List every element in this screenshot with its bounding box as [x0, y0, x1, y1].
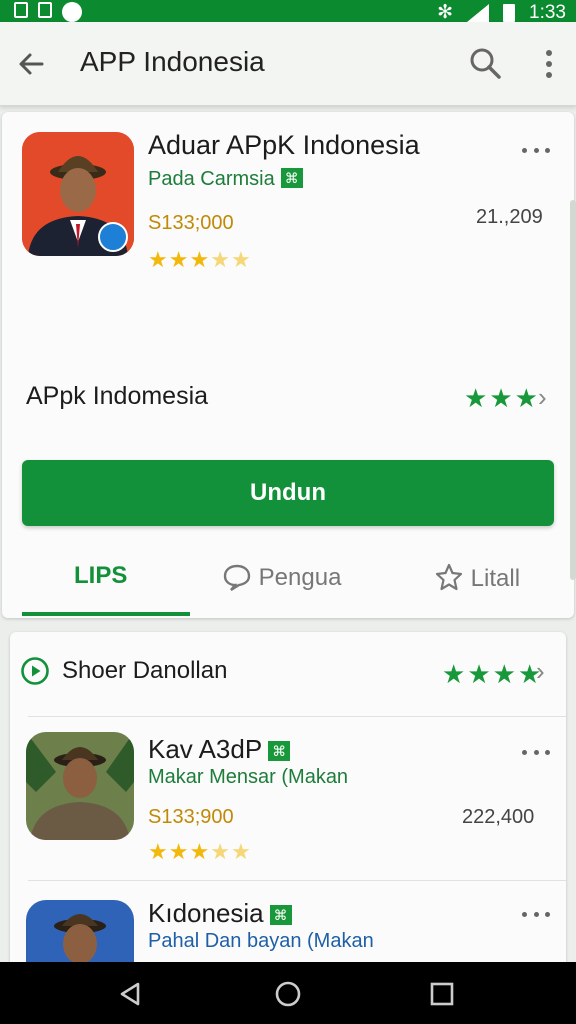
featured-app-developer[interactable]: Pada Carmsia ⌘ — [148, 168, 303, 191]
overflow-menu-icon[interactable] — [538, 48, 560, 80]
verified-badge-icon — [98, 222, 128, 252]
tab-lips[interactable]: LIPS — [74, 562, 127, 590]
editors-choice-icon: ⌘ — [269, 905, 292, 925]
chevron-right-icon[interactable]: › — [538, 382, 547, 413]
list-item-price: S133;900 — [148, 806, 234, 828]
scrollbar[interactable] — [570, 200, 576, 580]
app-notification-icon — [62, 2, 82, 22]
featured-review-count: 21.,209 — [476, 206, 543, 228]
play-circle-icon — [21, 657, 49, 685]
sub-rating-stars: ★ ★ ★ — [464, 383, 538, 413]
list-item-avatar[interactable] — [26, 732, 134, 840]
list-item-more-icon[interactable] — [522, 912, 550, 920]
install-button[interactable]: Undun — [22, 460, 554, 526]
bluetooth-icon: ✻ — [437, 2, 454, 23]
battery-icon — [503, 3, 516, 22]
search-icon[interactable] — [468, 46, 502, 80]
divider — [28, 716, 566, 717]
notification-icon — [14, 2, 28, 18]
list-item-rating-stars: ★ ★ ★ ★ ★ — [148, 839, 251, 864]
nav-recents-icon[interactable] — [428, 980, 456, 1008]
app-bar: APP Indonesia — [0, 22, 576, 106]
status-bar: ✻ 1:33 — [0, 0, 576, 23]
section-rating-stars: ★ ★ ★ ★ — [442, 659, 542, 689]
clock: 1:33 — [529, 1, 566, 23]
message-icon — [38, 2, 52, 18]
page-title: APP Indonesia — [80, 46, 265, 77]
nav-back-icon[interactable] — [116, 980, 144, 1008]
tab-litall[interactable]: Litall — [434, 562, 520, 593]
list-item-more-icon[interactable] — [522, 750, 550, 758]
featured-more-icon[interactable] — [522, 148, 550, 156]
tab-pengua[interactable]: Pengua — [222, 562, 341, 592]
featured-sub-label: APpk Indomesia — [26, 382, 209, 410]
editors-choice-icon: ⌘ — [268, 741, 291, 761]
list-item-name[interactable]: Kıdonesia ⌘ — [148, 898, 292, 929]
section-title: Shoer Danollan — [62, 657, 228, 684]
list-item-developer[interactable]: Pahal Dan bayan (Makan — [148, 930, 374, 953]
star-outline-icon — [435, 563, 463, 591]
section-header[interactable]: Shoer Danollan — [20, 656, 227, 686]
featured-price: S133;000 — [148, 212, 234, 234]
nav-home-icon[interactable] — [274, 980, 302, 1008]
system-nav-bar — [0, 962, 576, 1024]
featured-rating-stars: ★ ★ ★ ★ ★ — [148, 247, 251, 272]
chevron-right-icon[interactable]: › — [536, 656, 545, 687]
back-arrow-icon[interactable] — [16, 48, 48, 80]
editors-choice-icon: ⌘ — [280, 168, 303, 188]
divider — [28, 880, 566, 881]
featured-app-card: Aduar APpK Indonesia Pada Carmsia ⌘ S133;… — [2, 112, 574, 618]
featured-app-name[interactable]: Aduar APpK Indonesia — [148, 130, 420, 161]
list-item-review-count: 222,400 — [462, 806, 535, 828]
comment-icon — [223, 564, 251, 592]
signal-icon — [467, 3, 490, 22]
active-tab-indicator — [22, 612, 190, 616]
list-item-developer[interactable]: Makar Mensar (Makan — [148, 766, 348, 789]
list-item-name[interactable]: Kav A3dP ⌘ — [148, 734, 291, 765]
